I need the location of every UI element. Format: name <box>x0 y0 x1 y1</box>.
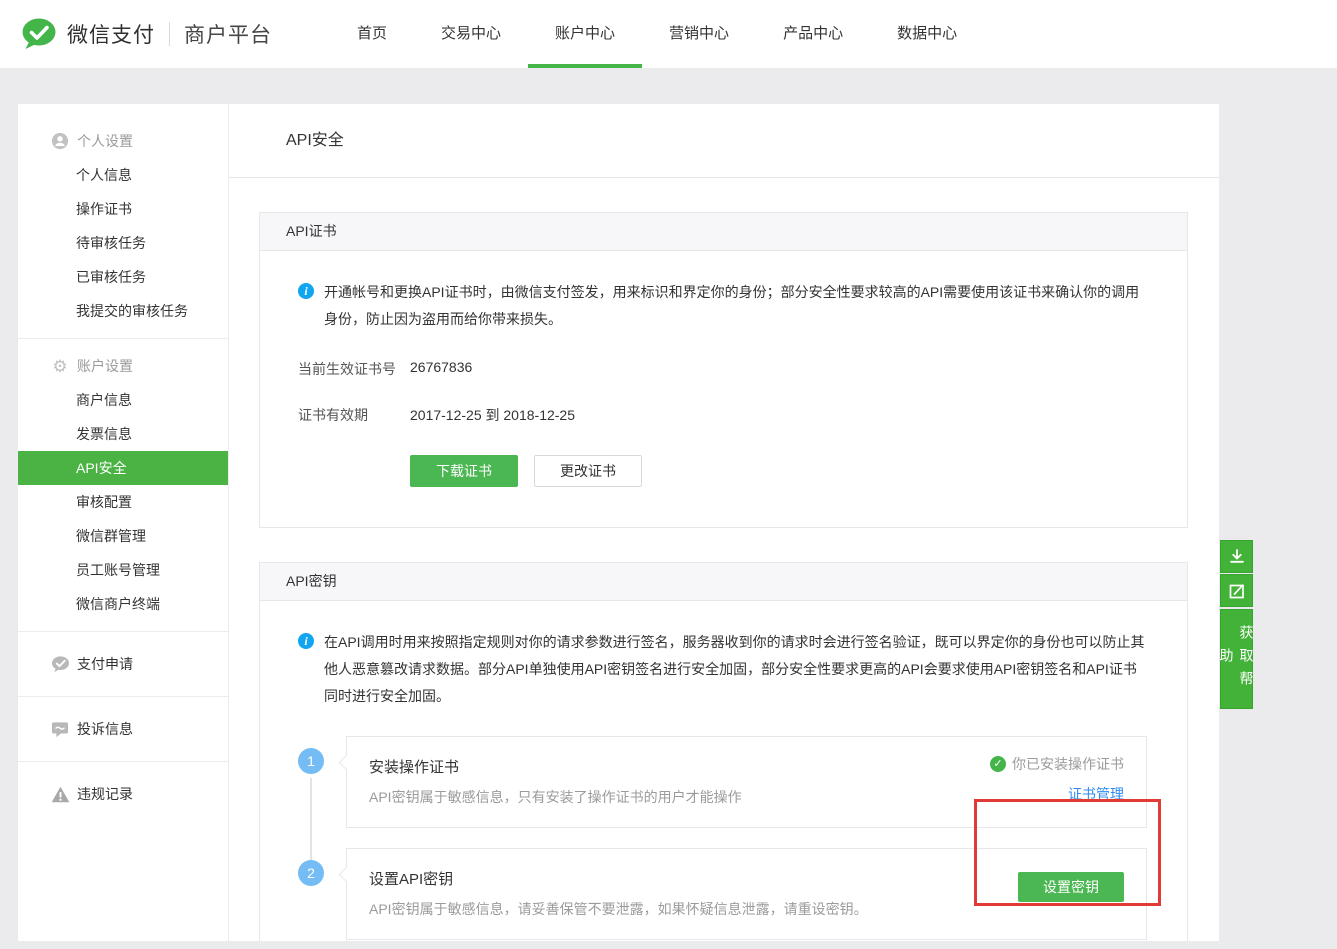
nav-item-data-center[interactable]: 数据中心 <box>870 0 984 68</box>
set-api-key-button[interactable]: 设置密钥 <box>1018 872 1124 902</box>
sidebar-item-pending-review-tasks[interactable]: 待审核任务 <box>18 226 228 260</box>
top-header: 微信支付 商户平台 首页 交易中心 账户中心 营销中心 产品中心 数据中心 <box>0 0 1337 68</box>
sidebar-item-invoice-info[interactable]: 发票信息 <box>18 417 228 451</box>
info-icon: i <box>298 283 314 299</box>
certificate-validity-label: 证书有效期 <box>298 405 410 425</box>
sidebar-divider <box>18 338 228 339</box>
change-certificate-button[interactable]: 更改证书 <box>534 455 642 487</box>
sidebar-item-wechat-merchant-terminal[interactable]: 微信商户终端 <box>18 587 228 621</box>
sidebar-item-api-security[interactable]: API安全 <box>18 451 228 485</box>
sidebar-divider <box>18 761 228 762</box>
sidebar: 个人设置 个人信息 操作证书 待审核任务 已审核任务 我提交的审核任务 ⚙ 账户… <box>18 104 228 941</box>
certificate-info-row: i 开通帐号和更换API证书时，由微信支付签发，用来标识和界定你的身份；部分安全… <box>298 279 1147 333</box>
nav-item-transaction-center[interactable]: 交易中心 <box>414 0 528 68</box>
sidebar-group-personal-settings: 个人设置 <box>18 124 228 158</box>
step-install-certificate: 1 安装操作证书 API密钥属于敏感信息，只有安装了操作证书的用户才能操作 ✓ <box>298 736 1147 828</box>
nav-item-home[interactable]: 首页 <box>330 0 414 68</box>
nav-item-product-center[interactable]: 产品中心 <box>756 0 870 68</box>
speech-bubble-icon <box>50 719 70 739</box>
warning-icon <box>50 784 70 804</box>
certificate-number-value: 26767836 <box>410 359 472 379</box>
step-1-badge: 1 <box>298 748 324 774</box>
api-certificate-card: API证书 i 开通帐号和更换API证书时，由微信支付签发，用来标识和界定你的身… <box>259 212 1188 528</box>
sidebar-link-label: 支付申请 <box>77 654 133 674</box>
info-icon: i <box>298 633 314 649</box>
sidebar-link-payment-application[interactable]: 支付申请 <box>18 642 228 686</box>
api-certificate-card-title: API证书 <box>260 213 1187 251</box>
edit-icon[interactable] <box>1220 574 1253 607</box>
api-key-info-row: i 在API调用时用来按照指定规则对你的请求参数进行签名，服务器收到你的请求时会… <box>298 629 1147 710</box>
step-1-box: 安装操作证书 API密钥属于敏感信息，只有安装了操作证书的用户才能操作 ✓ 你已… <box>346 736 1147 828</box>
sidebar-item-wechat-group-mgmt[interactable]: 微信群管理 <box>18 519 228 553</box>
page: 微信支付 商户平台 首页 交易中心 账户中心 营销中心 产品中心 数据中心 个人… <box>0 0 1337 949</box>
sidebar-divider <box>18 696 228 697</box>
api-key-steps: 1 安装操作证书 API密钥属于敏感信息，只有安装了操作证书的用户才能操作 ✓ <box>298 736 1147 940</box>
sidebar-link-label: 投诉信息 <box>77 719 133 739</box>
sidebar-item-personal-info[interactable]: 个人信息 <box>18 158 228 192</box>
sidebar-item-reviewed-tasks[interactable]: 已审核任务 <box>18 260 228 294</box>
logo-product-text: 商户平台 <box>184 19 272 49</box>
sidebar-link-complaint-info[interactable]: 投诉信息 <box>18 707 228 751</box>
sidebar-group-label: 个人设置 <box>77 131 133 151</box>
step-1-title: 安装操作证书 <box>369 756 904 777</box>
nav-item-account-center[interactable]: 账户中心 <box>528 0 642 68</box>
api-key-card-title: API密钥 <box>260 563 1187 601</box>
certificate-validity-row: 证书有效期 2017-12-25 到 2018-12-25 <box>298 405 1147 425</box>
nav-item-marketing-center[interactable]: 营销中心 <box>642 0 756 68</box>
step-1-description: API密钥属于敏感信息，只有安装了操作证书的用户才能操作 <box>369 787 904 807</box>
certificate-installed-status: ✓ 你已安装操作证书 <box>990 754 1124 774</box>
certificate-management-link[interactable]: 证书管理 <box>1068 784 1124 804</box>
step-set-api-key: 2 设置API密钥 API密钥属于敏感信息，请妥善保管不要泄露，如果怀疑信息泄露… <box>298 848 1147 940</box>
sidebar-group-label: 账户设置 <box>77 356 133 376</box>
step-2-box: 设置API密钥 API密钥属于敏感信息，请妥善保管不要泄露，如果怀疑信息泄露，请… <box>346 848 1147 940</box>
status-text: 你已安装操作证书 <box>1012 754 1124 774</box>
step-2-description: API密钥属于敏感信息，请妥善保管不要泄露，如果怀疑信息泄露，请重设密钥。 <box>369 899 904 919</box>
sidebar-item-operation-cert[interactable]: 操作证书 <box>18 192 228 226</box>
get-help-button[interactable]: 获取帮助 <box>1220 609 1253 709</box>
download-icon[interactable] <box>1220 540 1253 573</box>
top-navigation: 首页 交易中心 账户中心 营销中心 产品中心 数据中心 <box>330 0 984 68</box>
main-content: API安全 API证书 i 开通帐号和更换API证书时，由微信支付签发，用来标识… <box>228 104 1219 941</box>
certificate-info-text: 开通帐号和更换API证书时，由微信支付签发，用来标识和界定你的身份；部分安全性要… <box>324 279 1147 333</box>
api-key-card: API密钥 i 在API调用时用来按照指定规则对你的请求参数进行签名，服务器收到… <box>259 562 1188 941</box>
gear-icon: ⚙ <box>50 356 70 376</box>
check-circle-icon: ✓ <box>990 756 1006 772</box>
logo-brand-text: 微信支付 <box>67 19 155 49</box>
wechat-bubble-icon <box>20 18 58 51</box>
step-2-badge: 2 <box>298 860 324 886</box>
sidebar-item-merchant-info[interactable]: 商户信息 <box>18 383 228 417</box>
api-key-info-text: 在API调用时用来按照指定规则对你的请求参数进行签名，服务器收到你的请求时会进行… <box>324 629 1147 710</box>
wechat-pay-logo[interactable]: 微信支付 商户平台 <box>0 0 330 68</box>
chat-check-icon <box>50 654 70 674</box>
certificate-validity-value: 2017-12-25 到 2018-12-25 <box>410 405 575 425</box>
user-icon <box>50 131 70 151</box>
page-title: API安全 <box>229 104 1219 178</box>
download-certificate-button[interactable]: 下载证书 <box>410 455 518 487</box>
sidebar-group-account-settings: ⚙ 账户设置 <box>18 349 228 383</box>
sidebar-divider <box>18 631 228 632</box>
sidebar-item-staff-account-mgmt[interactable]: 员工账号管理 <box>18 553 228 587</box>
floating-toolbar: 获取帮助 <box>1220 540 1253 709</box>
sidebar-item-review-config[interactable]: 审核配置 <box>18 485 228 519</box>
sidebar-link-violation-records[interactable]: 违规记录 <box>18 772 228 816</box>
step-2-title: 设置API密钥 <box>369 868 904 889</box>
certificate-number-label: 当前生效证书号 <box>298 359 410 379</box>
logo-divider <box>169 22 170 46</box>
sidebar-link-label: 违规记录 <box>77 784 133 804</box>
sidebar-item-my-submitted-tasks[interactable]: 我提交的审核任务 <box>18 294 228 328</box>
certificate-number-row: 当前生效证书号 26767836 <box>298 359 1147 379</box>
